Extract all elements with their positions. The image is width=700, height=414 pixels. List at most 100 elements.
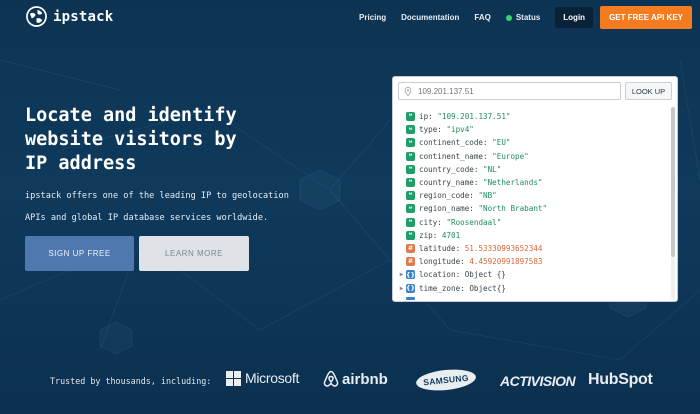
result-value: "EU": [492, 138, 511, 148]
result-value: "Netherlands": [483, 178, 543, 188]
logo-text: ipstack: [53, 8, 114, 25]
scrollbar-thumb[interactable]: [671, 107, 675, 257]
result-separator: :: [473, 164, 484, 174]
sign-up-free-button[interactable]: SIGN UP FREE: [25, 236, 134, 271]
result-key: continent_code: [419, 138, 484, 148]
number-type-icon: #: [406, 257, 415, 267]
microsoft-grid-icon: [226, 370, 241, 386]
result-separator: :: [428, 112, 438, 122]
result-separator: :: [455, 270, 465, 280]
result-row: ❝ region_code: "NB": [397, 189, 667, 202]
result-value: 4701: [441, 230, 461, 240]
partial-row-badge: [406, 297, 415, 300]
airbnb-logo-text: airbnb: [342, 370, 388, 388]
result-row: # longitude: 4.45920991897583: [397, 255, 667, 268]
result-value: "Roosendaal": [446, 217, 502, 227]
result-row: ❝ continent_code: "EU": [397, 136, 667, 149]
result-separator: :: [469, 191, 479, 201]
nav-links: Pricing Documentation FAQ Status Login G…: [359, 6, 692, 29]
string-type-icon: ❝: [406, 125, 415, 135]
status-dot-icon: [505, 14, 512, 21]
brand-logo[interactable]: ipstack: [26, 6, 113, 27]
result-key: country_code: [419, 164, 474, 174]
airbnb-logo: airbnb: [323, 370, 388, 388]
nav-link-faq[interactable]: FAQ: [474, 13, 490, 22]
result-separator: :: [469, 204, 479, 214]
string-type-icon: ❝: [406, 178, 415, 188]
trusted-label: Trusted by thousands, including:: [50, 376, 212, 386]
nav-link-status[interactable]: Status: [505, 13, 541, 22]
result-value: "NB": [478, 191, 497, 201]
result-separator: :: [483, 151, 493, 161]
result-row: ❝ continent_name: "Europe": [397, 150, 667, 163]
microsoft-logo: Microsoft: [226, 370, 299, 386]
learn-more-button[interactable]: LEARN MORE: [139, 236, 249, 271]
hero-headline: Locate and identify website visitors by …: [25, 104, 265, 176]
results-scrollbar[interactable]: [671, 107, 675, 299]
hubspot-logo: HubSpot: [588, 371, 653, 389]
result-separator: :: [437, 125, 447, 135]
login-button[interactable]: Login: [555, 7, 594, 28]
nav-link-documentation[interactable]: Documentation: [401, 13, 459, 22]
number-type-icon: #: [406, 243, 415, 253]
activision-logo: ACTIVISION: [500, 373, 576, 389]
result-key: region_code: [419, 191, 470, 201]
hero-subtext: ipstack offers one of the leading IP to …: [25, 185, 295, 229]
result-key: ip: [419, 112, 429, 122]
result-key: region_name: [419, 204, 470, 214]
result-row: ❝ zip: 4701: [397, 229, 667, 242]
result-separator: :: [483, 138, 493, 148]
subtext-line: ipstack offers one of the leading IP to …: [25, 191, 289, 201]
expand-arrow-icon[interactable]: ▶: [397, 285, 406, 292]
headline-line: IP address: [25, 153, 137, 174]
samsung-logo-text: SAMSUNG: [415, 366, 477, 394]
result-key: location: [419, 270, 456, 280]
result-key: country_name: [419, 178, 474, 188]
object-type-icon: {}: [405, 270, 416, 280]
string-type-icon: ❝: [406, 112, 415, 122]
string-type-icon: ❝: [406, 164, 415, 174]
result-row: ❝ region_name: "North Brabant": [397, 202, 667, 215]
result-key: continent_name: [419, 151, 484, 161]
string-type-icon: ❝: [406, 230, 415, 240]
nav-link-pricing[interactable]: Pricing: [359, 13, 386, 22]
airbnb-belo-icon: [323, 370, 339, 387]
get-free-api-key-button[interactable]: GET FREE API KEY: [600, 6, 692, 29]
string-type-icon: ❝: [406, 217, 415, 227]
result-row: ❝ country_code: "NL": [397, 163, 667, 176]
subtext-line: APIs and global IP database services wor…: [25, 213, 269, 223]
result-row[interactable]: ▶{} location: Object {}: [397, 268, 667, 281]
result-row: ❝ type: "ipv4": [397, 123, 667, 136]
result-value: 51.53330993652344: [464, 243, 543, 253]
microsoft-logo-text: Microsoft: [245, 370, 300, 386]
ip-search-box[interactable]: [398, 82, 621, 100]
result-separator: :: [455, 243, 465, 253]
activision-logo-text: ACTIVISION: [500, 373, 576, 389]
result-key: city: [419, 217, 438, 227]
search-row: LOOK UP: [398, 82, 672, 100]
result-separator: :: [473, 178, 484, 188]
result-value: "ipv4": [446, 125, 474, 135]
result-row: # latitude: 51.53330993652344: [397, 242, 667, 255]
look-up-button[interactable]: LOOK UP: [625, 82, 672, 100]
result-key: time_zone: [419, 283, 461, 293]
result-value: "NL": [483, 164, 502, 174]
result-value: "Europe": [492, 151, 529, 161]
result-value: 4.45920991897583: [469, 257, 543, 267]
result-row: ❝ city: "Roosendaal": [397, 216, 667, 229]
status-label: Status: [515, 13, 541, 22]
result-key: longitude: [419, 257, 461, 267]
result-separator: :: [432, 230, 442, 240]
result-row: ❝ ip: "109.201.137.51": [397, 110, 667, 123]
string-type-icon: ❝: [406, 151, 415, 161]
top-nav: ipstack Pricing Documentation FAQ Status…: [0, 0, 700, 34]
result-row: ❝ country_name: "Netherlands": [397, 176, 667, 189]
ip-search-input[interactable]: [418, 86, 598, 96]
result-row[interactable]: ▶{} time_zone: Object{}: [397, 281, 667, 294]
string-type-icon: ❝: [406, 204, 415, 214]
result-value: Object{}: [469, 283, 506, 293]
expand-arrow-icon[interactable]: ▶: [397, 271, 406, 278]
result-value: "North Brabant": [478, 204, 548, 214]
result-value: "109.201.137.51": [437, 112, 511, 122]
globe-icon: [26, 6, 47, 27]
